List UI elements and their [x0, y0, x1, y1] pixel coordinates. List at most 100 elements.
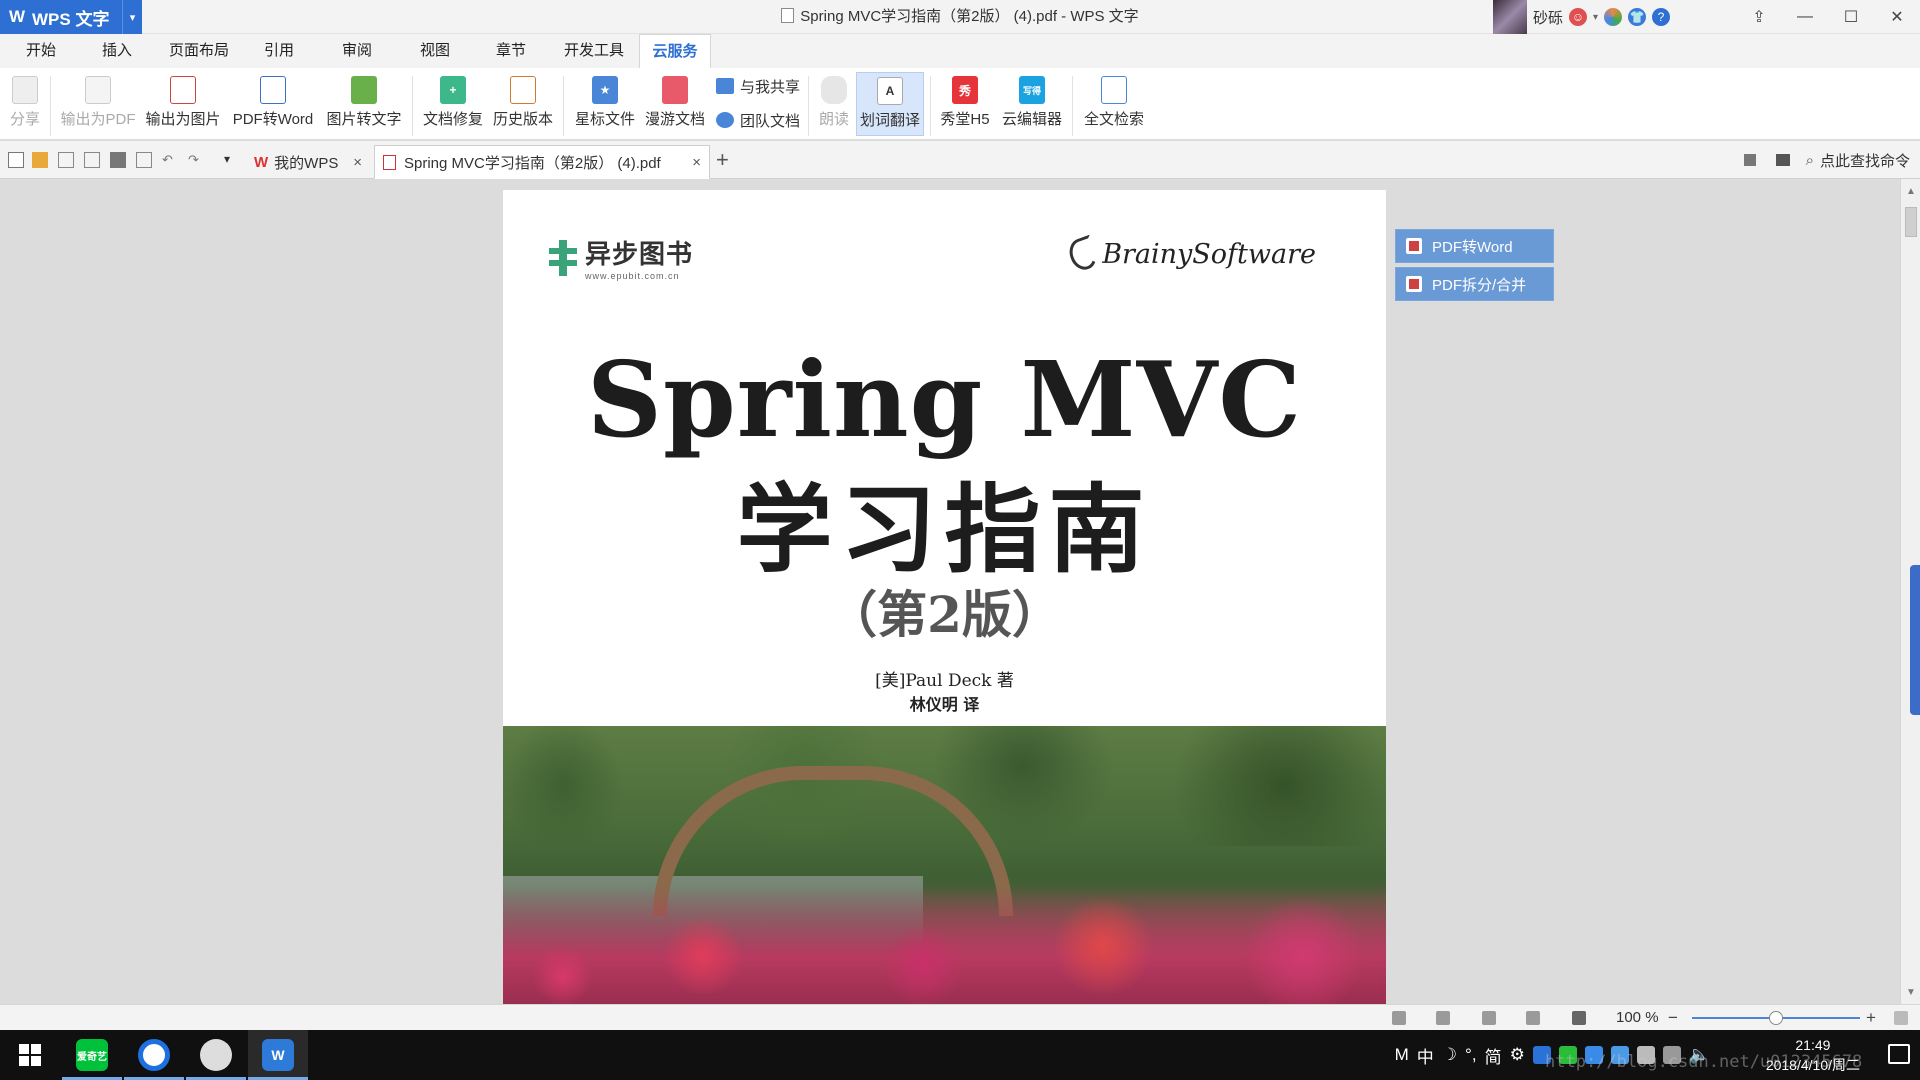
fulltext-search-button[interactable]: 全文检索 [1080, 72, 1148, 136]
ribbon-separator [563, 76, 564, 136]
ime-moon-icon[interactable]: ☽ [1442, 1045, 1457, 1065]
export-image-button[interactable]: 输出为图片 [143, 72, 223, 136]
publisher-name: 异步图书 [585, 240, 694, 270]
save-icon[interactable] [58, 152, 74, 168]
web-view-icon[interactable] [1526, 1011, 1540, 1025]
publisher-logo: 异步图书 www.epubit.com.cn [549, 234, 693, 281]
tab-chapter[interactable]: 章节 [484, 34, 538, 68]
read-aloud-button[interactable]: 朗读 [814, 72, 854, 136]
tab-pdf-document[interactable]: Spring MVC学习指南（第2版） (4).pdf × [374, 145, 710, 179]
tab-review[interactable]: 审阅 [330, 34, 384, 68]
publisher-logo-icon [549, 239, 579, 276]
shared-with-me-button[interactable]: 与我共享 [716, 72, 800, 100]
ime-language-indicator[interactable]: 中 [1417, 1043, 1434, 1068]
app-name: WPS 文字 [32, 9, 110, 29]
fit-page-icon[interactable] [1392, 1011, 1406, 1025]
export-pdf-button[interactable]: 输出为PDF [58, 72, 138, 136]
share-button[interactable]: 分享 [4, 72, 46, 136]
user-dropdown-icon[interactable]: ▾ [1593, 12, 1598, 23]
user-avatar[interactable] [1492, 0, 1527, 34]
roam-docs-button[interactable]: 漫游文档 [642, 72, 708, 136]
comment-icon[interactable] [1775, 154, 1790, 166]
zoom-out-button[interactable]: − [1668, 1005, 1678, 1031]
command-search[interactable]: ⌕ 点此查找命令 [1743, 141, 1910, 179]
action-center-icon[interactable] [1888, 1044, 1910, 1064]
image-to-text-button[interactable]: 图片转文字 [322, 72, 406, 136]
close-button[interactable]: ✕ [1874, 0, 1920, 34]
start-button[interactable] [0, 1030, 60, 1080]
publisher-url: www.epubit.com.cn [585, 271, 680, 281]
maximize-button[interactable]: ☐ [1828, 0, 1874, 34]
taskbar-wps[interactable]: W [248, 1030, 308, 1080]
side-pdf-to-word-button[interactable]: PDF转Word [1395, 229, 1554, 263]
close-tab-icon[interactable]: × [692, 154, 701, 171]
xiutang-h5-button[interactable]: 秀 秀堂H5 [936, 72, 994, 136]
zoom-slider[interactable] [1692, 1011, 1860, 1025]
image-to-text-icon [351, 76, 377, 104]
team-docs-button[interactable]: 团队文档 [716, 106, 800, 134]
cloud-editor-button[interactable]: 写得 云编辑器 [998, 72, 1066, 136]
user-name[interactable]: 砂砾 [1533, 7, 1563, 28]
document-workspace: 异步图书 www.epubit.com.cn BrainySoftware Sp… [0, 179, 1920, 1004]
new-file-icon[interactable] [8, 152, 24, 168]
user-badge-icon[interactable]: ☺ [1568, 8, 1587, 26]
print-icon[interactable] [110, 152, 126, 168]
doc-icon[interactable] [1743, 154, 1756, 166]
doc-repair-button[interactable]: + 文档修复 [420, 72, 486, 136]
scroll-up-icon[interactable]: ▲ [1901, 181, 1920, 201]
taskbar-browser[interactable] [124, 1030, 184, 1080]
tab-page-layout[interactable]: 页面布局 [160, 34, 238, 68]
undo-icon[interactable]: ↶ [162, 152, 178, 168]
zoom-slider-handle[interactable] [1769, 1011, 1783, 1025]
leaf-logo-icon [1065, 234, 1101, 274]
tab-home[interactable]: 开始 [14, 34, 68, 68]
close-tab-icon[interactable]: × [353, 154, 362, 171]
page-view-icon[interactable] [1482, 1011, 1496, 1025]
share-icon [12, 76, 38, 104]
starred-files-button[interactable]: ★ 星标文件 [572, 72, 638, 136]
wps-app-menu-button[interactable]: W WPS 文字 ▾ [0, 0, 142, 34]
new-tab-button[interactable]: + [716, 147, 729, 173]
taskbar-iqiyi[interactable]: 爱奇艺 [62, 1030, 122, 1080]
help-icon[interactable]: ? [1652, 8, 1670, 26]
side-pdf-split-merge-button[interactable]: PDF拆分/合并 [1395, 267, 1554, 301]
fullscreen-icon[interactable] [1894, 1011, 1908, 1025]
history-version-button[interactable]: 历史版本 [490, 72, 556, 136]
ime-mode-indicator[interactable]: M [1395, 1045, 1409, 1065]
scrollbar-thumb[interactable] [1905, 207, 1917, 237]
ime-settings-icon[interactable]: ⚙ [1510, 1045, 1525, 1065]
save-as-icon[interactable] [84, 152, 100, 168]
tab-view[interactable]: 视图 [408, 34, 462, 68]
print-preview-icon[interactable] [136, 152, 152, 168]
iqiyi-icon: 爱奇艺 [76, 1039, 108, 1071]
history-icon [510, 76, 536, 104]
menu-tab-bar: 开始 插入 页面布局 引用 审阅 视图 章节 开发工具 云服务 [0, 34, 1920, 68]
taskbar-study-app[interactable] [186, 1030, 246, 1080]
microphone-icon [821, 76, 847, 104]
tab-my-wps[interactable]: W 我的WPS × [246, 145, 370, 179]
app-menu-dropdown-icon[interactable]: ▾ [122, 0, 142, 34]
tab-developer[interactable]: 开发工具 [555, 34, 633, 68]
redo-icon[interactable]: ↷ [188, 152, 204, 168]
pdf-to-word-button[interactable]: PDF转Word [230, 72, 316, 136]
zoom-in-button[interactable]: + [1866, 1005, 1876, 1031]
eye-protection-icon[interactable] [1572, 1011, 1586, 1025]
tab-references[interactable]: 引用 [252, 34, 306, 68]
tab-insert[interactable]: 插入 [90, 34, 144, 68]
minimize-button[interactable]: — [1782, 0, 1828, 34]
ribbon-separator [50, 76, 51, 136]
reading-mode-icon[interactable] [1436, 1011, 1450, 1025]
skin-icon[interactable]: 👕 [1628, 8, 1646, 26]
tab-cloud-service[interactable]: 云服务 [639, 34, 711, 68]
customize-dropdown-icon[interactable]: ▾ [224, 152, 240, 168]
ime-simplified-indicator[interactable]: 简 [1485, 1043, 1502, 1068]
floating-side-widget[interactable] [1910, 565, 1920, 715]
ime-punctuation-indicator[interactable]: °, [1465, 1045, 1477, 1065]
wps-home-icon: W [254, 153, 269, 171]
browser-icon[interactable] [1604, 8, 1622, 26]
user-area: 砂砾 ☺ ▾ 👕 ? [1492, 0, 1670, 34]
restore-layout-icon[interactable]: ⇪ [1736, 0, 1782, 34]
scroll-down-icon[interactable]: ▼ [1901, 982, 1920, 1002]
open-folder-icon[interactable] [32, 152, 48, 168]
translate-button[interactable]: A 划词翻译 [856, 72, 924, 136]
